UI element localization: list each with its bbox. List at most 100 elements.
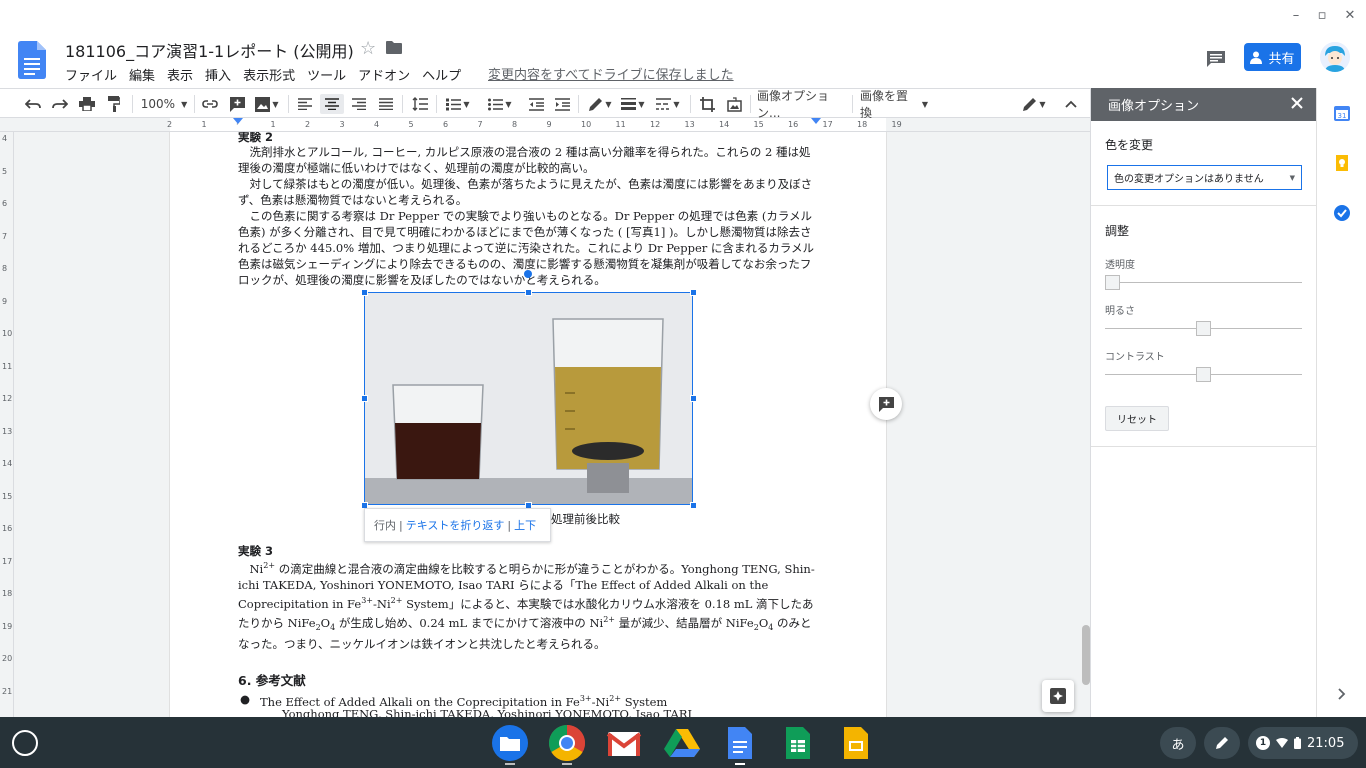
increase-indent-button[interactable] <box>551 94 573 114</box>
close-window-button[interactable]: ✕ <box>1340 6 1360 26</box>
docs-app-icon[interactable] <box>722 725 758 761</box>
menu-help[interactable]: ヘルプ <box>416 65 467 84</box>
save-status-link[interactable]: 変更内容をすべてドライブに保存しました <box>488 64 734 83</box>
line-spacing-button[interactable] <box>409 94 431 114</box>
folder-icon[interactable] <box>386 41 402 54</box>
insert-image-button[interactable]: ▼ <box>252 94 282 114</box>
chrome-app-icon[interactable] <box>549 725 585 761</box>
transparency-label: 透明度 <box>1105 260 1135 271</box>
ruler-tick-label: 1 <box>270 120 276 129</box>
menu-view[interactable]: 表示 <box>161 65 199 84</box>
align-right-button[interactable] <box>348 94 370 114</box>
ruler-tick-label: 16 <box>788 120 799 129</box>
pen-icon <box>589 97 603 111</box>
align-left-icon <box>298 98 312 110</box>
reset-image-button[interactable] <box>723 94 745 114</box>
launcher-button[interactable] <box>12 730 38 756</box>
sheets-app-icon[interactable] <box>780 725 816 761</box>
reset-button[interactable]: リセット <box>1105 406 1169 431</box>
menu-file[interactable]: ファイル <box>59 65 123 84</box>
drive-app-icon[interactable] <box>664 725 700 761</box>
justify-button[interactable] <box>375 94 397 114</box>
redo-icon <box>52 99 68 109</box>
transparency-slider-track[interactable] <box>1105 282 1302 283</box>
calendar-icon[interactable]: 31 <box>1334 105 1350 121</box>
align-left-button[interactable] <box>294 94 316 114</box>
gmail-app-icon[interactable] <box>606 725 642 761</box>
editing-mode-button[interactable]: ▼ <box>1018 94 1050 114</box>
numbered-list-button[interactable]: ▼ <box>443 94 473 114</box>
explore-button[interactable] <box>1042 680 1074 712</box>
menu-tools[interactable]: ツール <box>301 65 352 84</box>
document-canvas[interactable]: 実験 2 洗剤排水とアルコール, コーヒー, カルピス原液の混合液の 2 種は高… <box>14 132 1090 717</box>
add-comment-toolbar-button[interactable] <box>226 94 248 114</box>
superscript: 3+ <box>361 595 374 605</box>
document-page[interactable]: 実験 2 洗剤排水とアルコール, コーヒー, カルピス原液の混合液の 2 種は高… <box>170 132 886 717</box>
exp3-text: O <box>758 615 769 630</box>
menu-insert[interactable]: 挿入 <box>199 65 237 84</box>
resize-handle-top-left[interactable] <box>361 289 368 296</box>
close-icon[interactable] <box>1290 96 1304 110</box>
wrap-text-option[interactable]: テキストを折り返す <box>406 517 505 533</box>
resize-handle-right[interactable] <box>690 395 697 402</box>
break-text-option[interactable]: 上下 <box>514 517 536 533</box>
slides-app-icon[interactable] <box>838 725 874 761</box>
account-avatar[interactable] <box>1320 42 1350 72</box>
horizontal-ruler[interactable]: 2 1 · 1 2 3 4 5 6 7 8 9 10 11 12 13 14 15 16 17 18 19 <box>0 118 1090 132</box>
toolbar-divider <box>750 95 751 113</box>
restore-button[interactable]: ▫ <box>1312 6 1332 26</box>
resize-handle-top-right[interactable] <box>690 289 697 296</box>
zoom-select[interactable]: 100% ▼ <box>140 94 188 114</box>
stylus-tools-button[interactable] <box>1204 727 1240 759</box>
align-center-button[interactable] <box>320 94 344 114</box>
border-weight-button[interactable]: ▼ <box>618 94 648 114</box>
insert-link-button[interactable] <box>199 94 221 114</box>
rotate-handle[interactable] <box>524 270 532 278</box>
contrast-slider-thumb[interactable] <box>1196 367 1211 382</box>
crop-button[interactable] <box>696 94 718 114</box>
undo-button[interactable] <box>22 94 44 114</box>
chevron-right-icon[interactable] <box>1334 686 1350 702</box>
status-tray[interactable]: 1 21:05 <box>1248 727 1358 759</box>
resize-handle-top[interactable] <box>525 289 532 296</box>
docs-logo-icon[interactable] <box>18 41 46 79</box>
hide-menus-button[interactable] <box>1060 94 1082 114</box>
border-dash-button[interactable]: ▼ <box>652 94 684 114</box>
wrap-inline-option[interactable]: 行内 <box>374 517 396 533</box>
decrease-indent-button[interactable] <box>525 94 547 114</box>
menu-addons[interactable]: アドオン <box>352 65 416 84</box>
print-button[interactable] <box>76 94 98 114</box>
replace-image-button[interactable]: 画像を置換 ▼ <box>860 89 928 120</box>
paint-format-button[interactable] <box>103 94 125 114</box>
document-title[interactable]: 181106_コア演習1-1レポート (公開用) <box>65 38 354 62</box>
selected-image[interactable] <box>364 292 693 505</box>
border-color-button[interactable]: ▼ <box>585 94 615 114</box>
keep-icon[interactable] <box>1334 155 1350 171</box>
bulleted-list-button[interactable]: ▼ <box>484 94 516 114</box>
files-app-icon[interactable] <box>492 725 528 761</box>
menu-edit[interactable]: 編集 <box>123 65 161 84</box>
right-indent-marker-icon[interactable] <box>811 118 821 126</box>
brightness-slider-thumb[interactable] <box>1196 321 1211 336</box>
tasks-icon[interactable] <box>1334 205 1350 221</box>
add-comment-button[interactable] <box>870 388 902 420</box>
vertical-scrollbar[interactable] <box>1082 625 1090 685</box>
minimize-button[interactable]: – <box>1286 6 1306 26</box>
ruler-tick-label: 18 <box>857 120 868 129</box>
recolor-dropdown[interactable]: 色の変更オプションはありません ▼ <box>1107 165 1302 190</box>
left-indent-marker-icon[interactable] <box>233 118 243 126</box>
vertical-ruler[interactable]: 4 5 6 7 8 9 10 11 12 13 14 15 16 17 18 19 20 21 <box>0 132 14 717</box>
reset-image-icon <box>726 96 742 112</box>
star-icon[interactable]: ☆ <box>360 38 376 59</box>
resize-handle-bottom-right[interactable] <box>690 502 697 509</box>
ruler-tick-label: 9 <box>546 120 552 129</box>
image-options-button[interactable]: 画像オプション... <box>757 89 847 120</box>
comment-history-icon[interactable] <box>1206 50 1226 68</box>
chevron-down-icon: ▼ <box>605 99 612 109</box>
menu-format[interactable]: 表示形式 <box>237 65 301 84</box>
input-method-button[interactable]: あ <box>1160 727 1196 759</box>
share-button[interactable]: 共有 <box>1244 43 1301 71</box>
resize-handle-left[interactable] <box>361 395 368 402</box>
redo-button[interactable] <box>49 94 71 114</box>
transparency-slider-thumb[interactable] <box>1105 275 1120 290</box>
